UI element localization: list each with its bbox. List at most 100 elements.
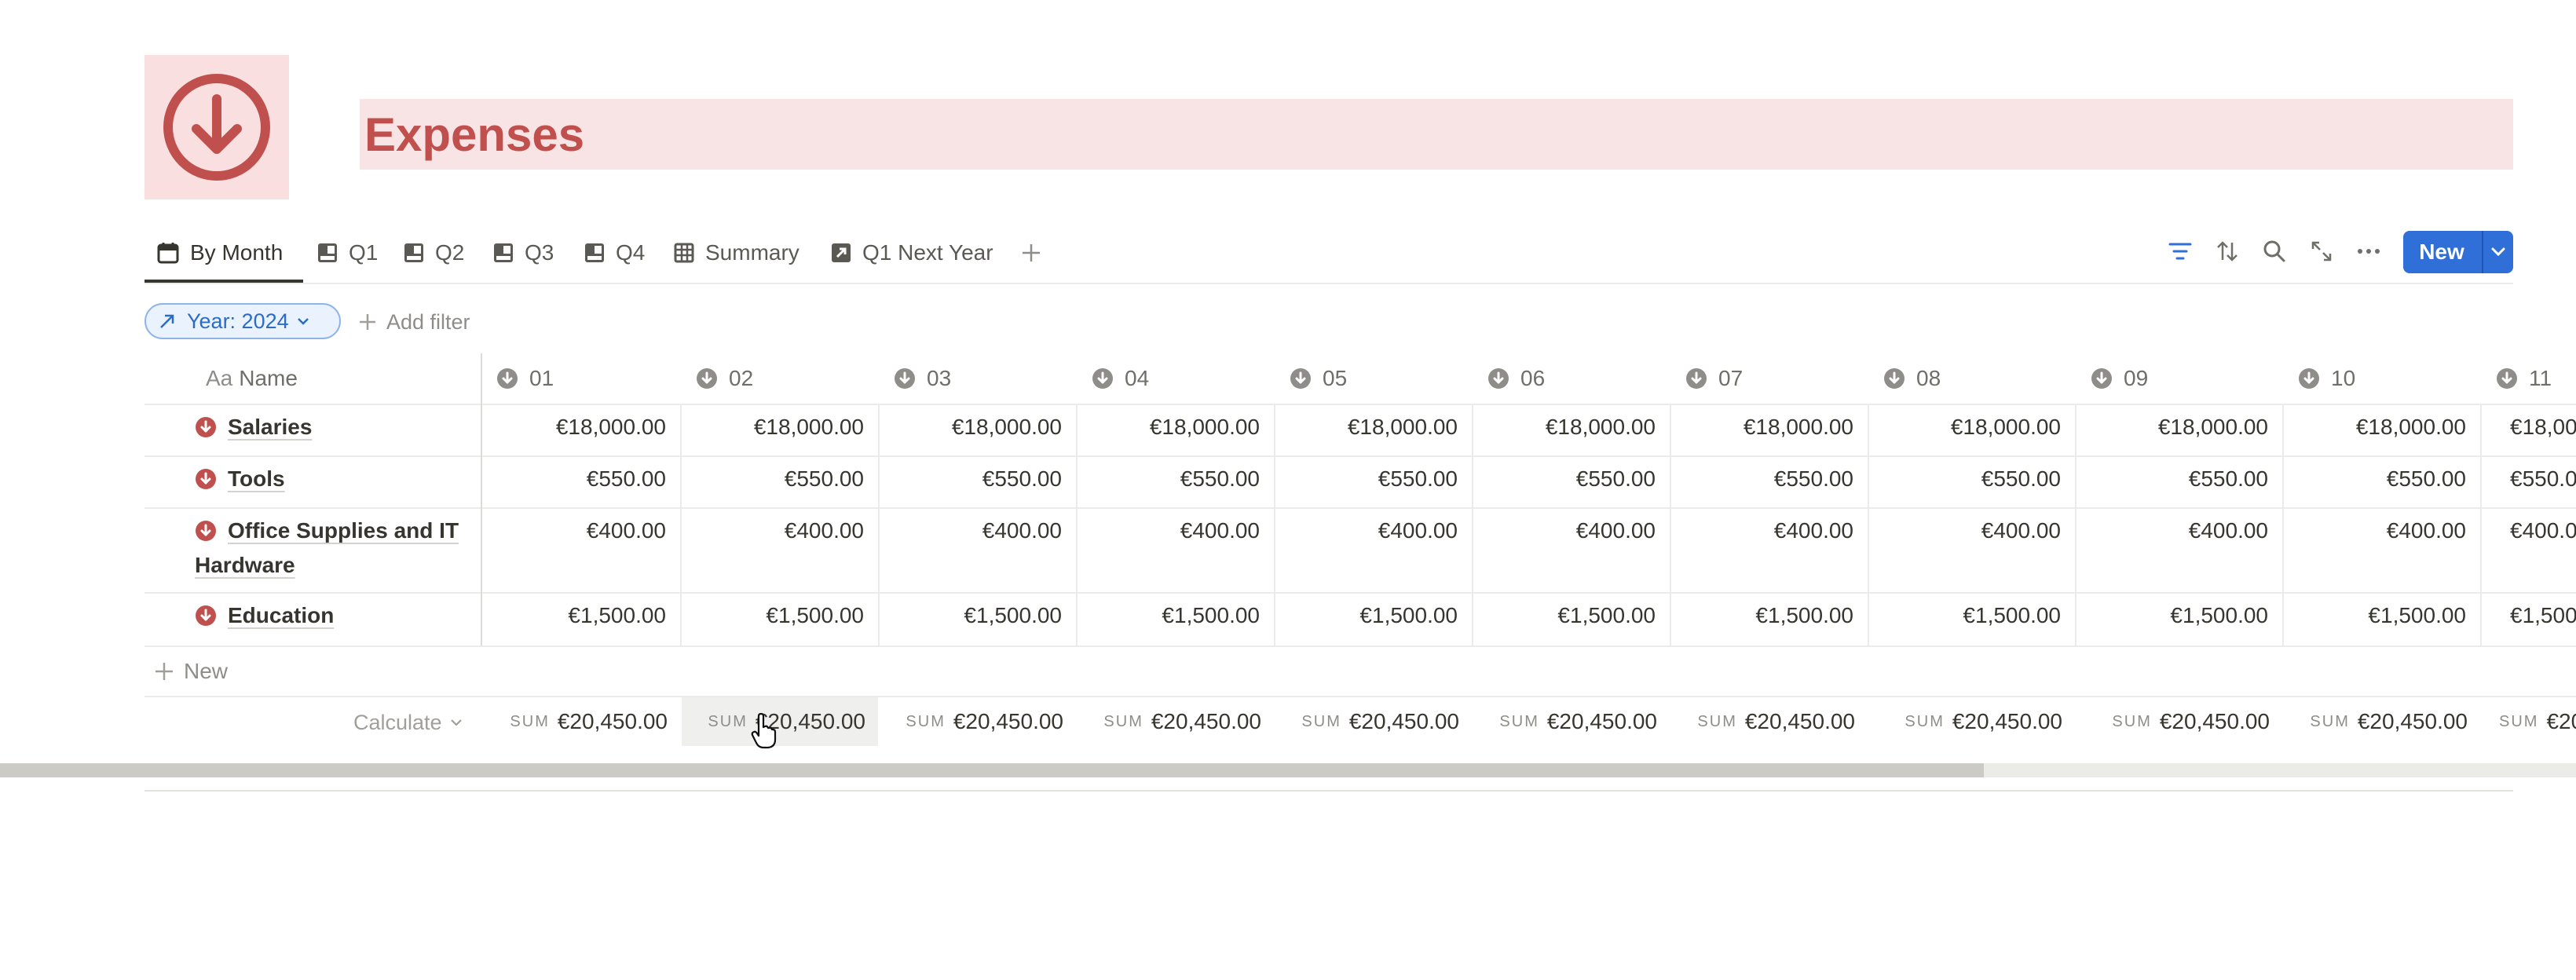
table-cell[interactable]: €400.00 — [880, 518, 1062, 543]
column-header-month[interactable]: 04 — [1092, 353, 1149, 404]
table-cell[interactable]: €1,500.00 — [682, 603, 864, 628]
table-cell[interactable]: €550.00 — [1869, 466, 2061, 492]
new-button[interactable]: New — [2403, 231, 2480, 273]
table-cell[interactable]: €18,000.00 — [1869, 415, 2061, 440]
tab-q4[interactable]: Q4 — [584, 225, 645, 281]
calculate-dropdown[interactable]: Calculate — [353, 704, 463, 741]
year-filter-pill[interactable]: Year: 2024 — [145, 303, 341, 339]
sum-cell[interactable]: SUM€20,450.00 — [1275, 697, 1472, 746]
table-cell[interactable]: €400.00 — [2482, 518, 2576, 543]
more-button[interactable] — [2353, 236, 2384, 267]
search-button[interactable] — [2259, 236, 2290, 267]
horizontal-scrollbar-thumb[interactable] — [0, 763, 1984, 777]
table-cell[interactable]: €550.00 — [1275, 466, 1458, 492]
table-cell[interactable]: €18,000.00 — [1275, 415, 1458, 440]
column-header-month[interactable]: 07 — [1685, 353, 1743, 404]
table-cell[interactable]: €550.00 — [880, 466, 1062, 492]
sum-prefix: SUM — [1905, 712, 1945, 730]
table-cell[interactable]: €400.00 — [682, 518, 864, 543]
column-header-month[interactable]: 09 — [2091, 353, 2148, 404]
sum-cell[interactable]: SUM€20,450.00 — [1671, 697, 1868, 746]
sum-cell[interactable]: SUM€20,450.00 — [880, 697, 1076, 746]
table-cell[interactable]: €18,000.00 — [682, 415, 864, 440]
page-icon[interactable] — [145, 55, 289, 199]
table-cell[interactable]: €18,000.00 — [880, 415, 1062, 440]
column-header-month[interactable]: 01 — [496, 353, 554, 404]
table-cell[interactable]: €550.00 — [2077, 466, 2268, 492]
sum-cell[interactable]: SUM€20,450.00 — [682, 697, 878, 746]
add-filter-button[interactable]: Add filter — [358, 305, 470, 339]
table-cell[interactable]: €18,000.00 — [1473, 415, 1656, 440]
table-cell[interactable]: €1,500.00 — [880, 603, 1062, 628]
board-icon — [318, 243, 337, 262]
name-column-divider — [481, 353, 482, 645]
tabs-divider — [145, 283, 2513, 284]
table-cell[interactable]: €400.00 — [1473, 518, 1656, 543]
tab-q3[interactable]: Q3 — [493, 225, 554, 281]
sum-cell[interactable]: SUM€20,450.00 — [1078, 697, 1274, 746]
table-cell[interactable]: €18,000.00 — [1078, 415, 1260, 440]
table-cell[interactable]: €400.00 — [2284, 518, 2466, 543]
add-row-button[interactable]: New — [154, 653, 228, 689]
table-cell[interactable]: €18,000.00 — [2284, 415, 2466, 440]
column-header-month[interactable]: 05 — [1290, 353, 1347, 404]
table-cell[interactable]: €1,500.00 — [1671, 603, 1853, 628]
new-options-button[interactable] — [2483, 231, 2513, 273]
column-header-month[interactable]: 10 — [2298, 353, 2355, 404]
column-header-month[interactable]: 08 — [1883, 353, 1941, 404]
tab-by-month[interactable]: By Month — [157, 225, 283, 281]
sum-cell[interactable]: SUM€20,450.00 — [2482, 697, 2576, 746]
sum-cell[interactable]: SUM€20,450.00 — [2284, 697, 2480, 746]
tab-q2[interactable]: Q2 — [404, 225, 464, 281]
table-cell[interactable]: €550.00 — [682, 466, 864, 492]
column-header-month[interactable]: 11 — [2496, 353, 2552, 404]
table-cell[interactable]: €18,000.00 — [1671, 415, 1853, 440]
table-cell[interactable]: €400.00 — [482, 518, 666, 543]
table-cell[interactable]: €1,500.00 — [482, 603, 666, 628]
table-cell[interactable]: €1,500.00 — [2482, 603, 2576, 628]
filter-button[interactable] — [2164, 236, 2196, 267]
table-cell[interactable]: €400.00 — [1078, 518, 1260, 543]
column-header-month[interactable]: 03 — [894, 353, 951, 404]
table-row-divider — [145, 455, 2576, 457]
column-header-month[interactable]: 06 — [1487, 353, 1545, 404]
table-cell[interactable]: €400.00 — [2077, 518, 2268, 543]
table-cell[interactable]: €1,500.00 — [1473, 603, 1656, 628]
table-cell[interactable]: €550.00 — [2284, 466, 2466, 492]
table-cell[interactable]: €400.00 — [1275, 518, 1458, 543]
table-row-name[interactable]: Tools — [195, 462, 467, 496]
table-cell[interactable]: €550.00 — [1473, 466, 1656, 492]
column-header-name[interactable]: Aa Name — [206, 353, 298, 404]
table-cell[interactable]: €400.00 — [1671, 518, 1853, 543]
arrow-down-circle-icon — [697, 368, 717, 389]
table-cell[interactable]: €550.00 — [1078, 466, 1260, 492]
table-row-name[interactable]: Office Supplies and IT Hardware — [195, 514, 467, 583]
table-cell[interactable]: €550.00 — [2482, 466, 2576, 492]
sum-cell[interactable]: SUM€20,450.00 — [1473, 697, 1670, 746]
tab-q1-next-year[interactable]: Q1 Next Year — [831, 225, 993, 281]
table-cell[interactable]: €1,500.00 — [1078, 603, 1260, 628]
page-title[interactable]: Expenses — [364, 107, 584, 163]
table-cell[interactable]: €18,000.00 — [2482, 415, 2576, 440]
add-view-button[interactable] — [1021, 225, 1052, 281]
table-cell[interactable]: €550.00 — [1671, 466, 1853, 492]
tab-summary[interactable]: Summary — [674, 225, 800, 281]
column-header-label: 05 — [1323, 366, 1348, 390]
table-cell[interactable]: €1,500.00 — [2284, 603, 2466, 628]
sum-cell[interactable]: SUM€20,450.00 — [2077, 697, 2282, 746]
table-cell[interactable]: €400.00 — [1869, 518, 2061, 543]
sum-cell[interactable]: SUM€20,450.00 — [482, 697, 680, 746]
table-cell[interactable]: €1,500.00 — [1275, 603, 1458, 628]
expand-button[interactable] — [2306, 236, 2337, 267]
sum-cell[interactable]: SUM€20,450.00 — [1869, 697, 2075, 746]
table-row-name[interactable]: Education — [195, 598, 467, 633]
tab-q1[interactable]: Q1 — [317, 225, 378, 281]
table-cell[interactable]: €550.00 — [482, 466, 666, 492]
table-cell[interactable]: €18,000.00 — [2077, 415, 2268, 440]
table-cell[interactable]: €1,500.00 — [2077, 603, 2268, 628]
table-cell[interactable]: €1,500.00 — [1869, 603, 2061, 628]
sort-button[interactable] — [2212, 236, 2243, 267]
table-cell[interactable]: €18,000.00 — [482, 415, 666, 440]
table-row-name[interactable]: Salaries — [195, 410, 467, 444]
column-header-month[interactable]: 02 — [696, 353, 753, 404]
